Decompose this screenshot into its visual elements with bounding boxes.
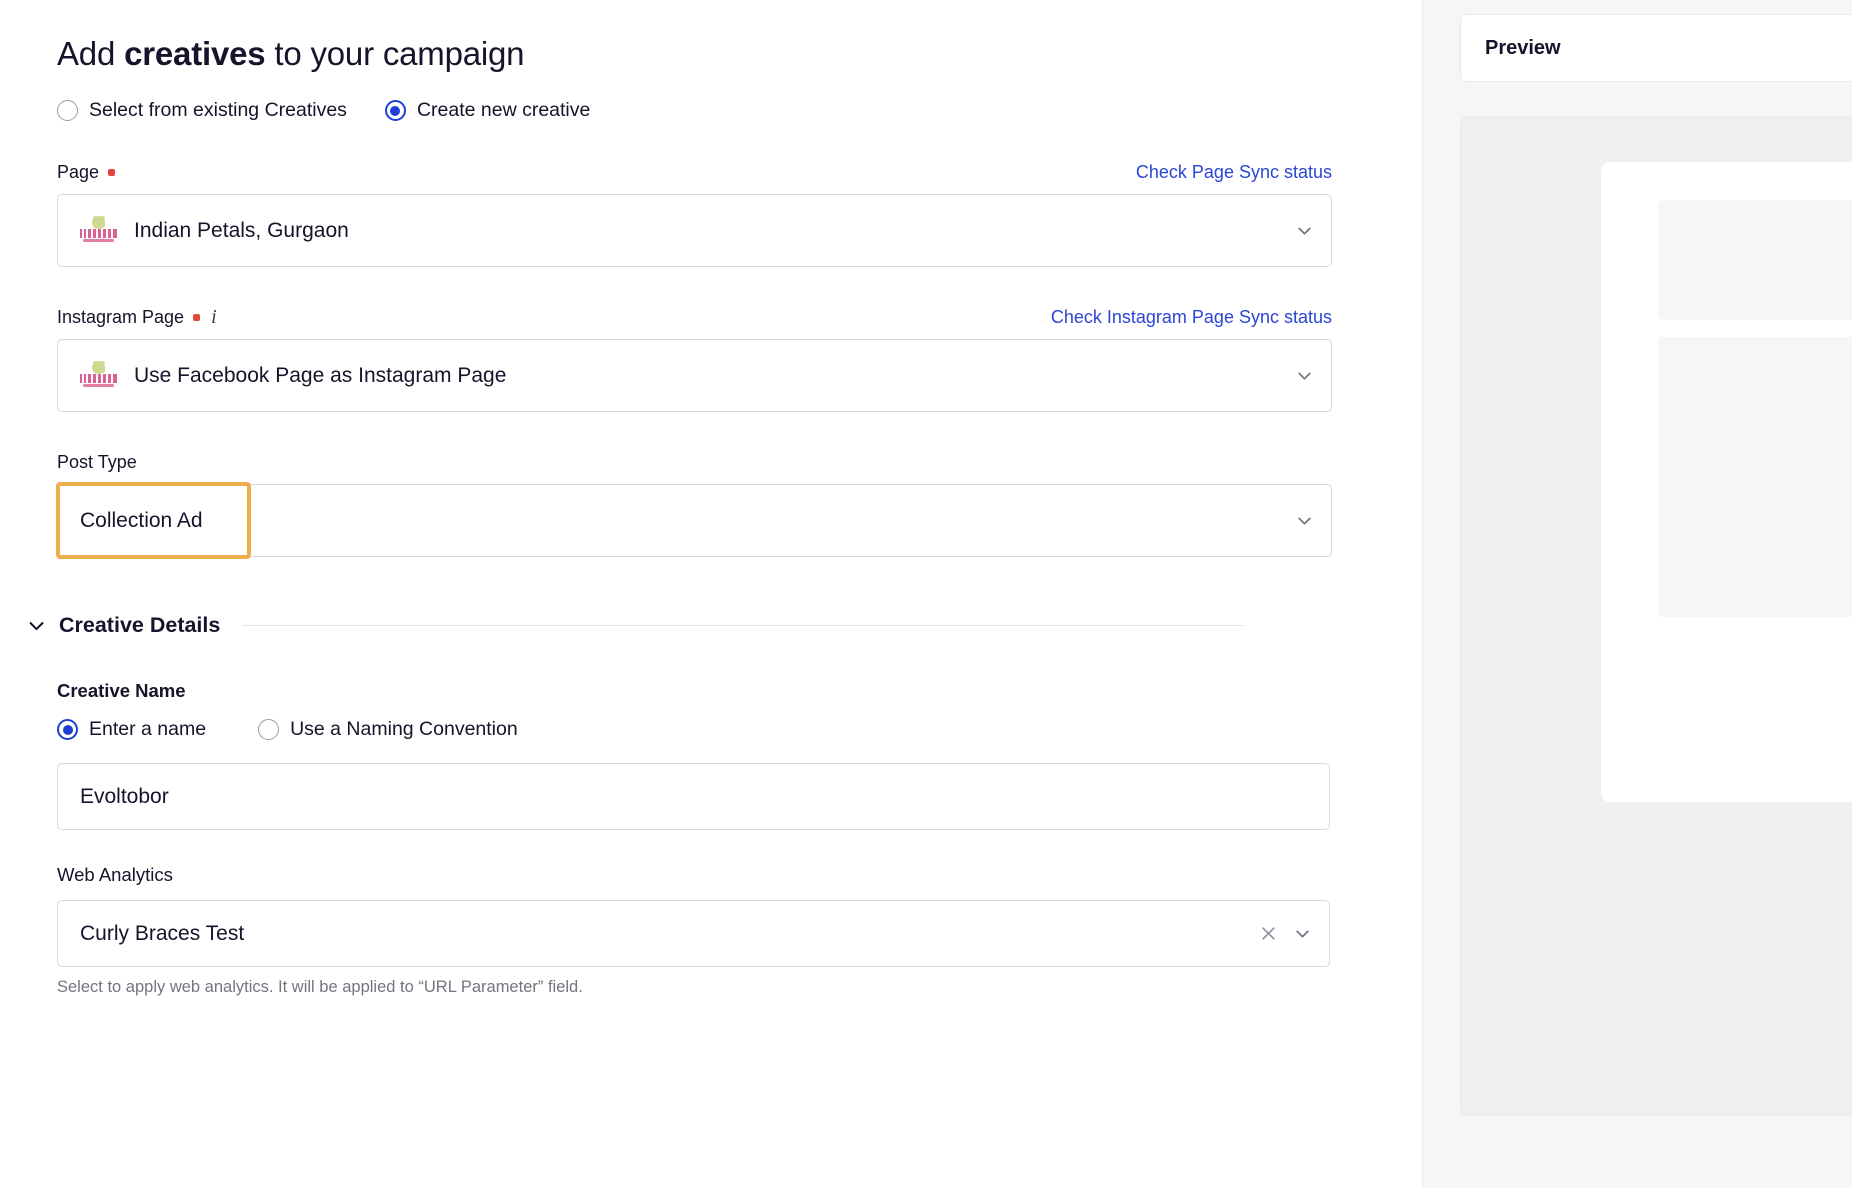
instagram-field-head: Instagram Page i Check Instagram Page Sy… [57,305,1332,329]
radio-enter-a-name[interactable]: Enter a name [57,718,206,741]
creative-setup-screen: Add creatives to your campaign Select fr… [0,0,1852,1188]
post-type-field-group: Post Type Collection Ad [56,450,1332,559]
creative-source-radio-group: Select from existing Creatives Create ne… [57,99,1364,122]
instagram-page-select-value: Use Facebook Page as Instagram Page [134,363,507,387]
chevron-down-icon[interactable] [1296,222,1313,239]
creative-details-section-header[interactable]: Creative Details [27,613,1302,638]
post-type-label-wrap: Post Type [57,452,137,473]
radio-mark-unselected[interactable] [57,100,78,121]
page-title-bold: creatives [124,35,266,72]
required-indicator-icon [108,168,116,176]
required-indicator-icon [193,313,201,321]
page-title-prefix: Add [57,35,125,72]
check-instagram-page-sync-status-link[interactable]: Check Instagram Page Sync status [1051,307,1332,328]
preview-title: Preview [1485,36,1561,59]
post-type-field-head: Post Type [57,450,1332,474]
radio-label-create-new: Create new creative [416,99,591,121]
radio-mark-selected[interactable] [57,719,78,740]
page-label: Page [57,161,100,182]
web-analytics-helper-text: Select to apply web analytics. It will b… [57,978,583,996]
page-field-group: Page Check Page Sync status Indian Petal… [57,160,1332,267]
page-title: Add creatives to your campaign [57,35,1364,73]
instagram-page-select[interactable]: Use Facebook Page as Instagram Page [57,339,1332,412]
page-select-value: Indian Petals, Gurgaon [134,218,349,242]
close-icon[interactable] [1259,924,1278,943]
main-form-panel: Add creatives to your campaign Select fr… [0,0,1422,1188]
radio-mark-unselected[interactable] [258,719,280,740]
radio-mark-selected[interactable] [384,100,406,121]
creative-name-group: Creative Name Enter a name Use a Naming … [57,680,1332,830]
chevron-down-icon[interactable] [27,616,46,635]
instagram-page-field-group: Instagram Page i Check Instagram Page Sy… [57,305,1332,412]
page-label-wrap: Page [57,161,116,183]
chevron-down-icon[interactable] [1296,512,1313,529]
radio-label-select-existing: Select from existing Creatives [89,99,347,121]
post-type-select[interactable]: Collection Ad [57,484,1332,557]
creative-name-label: Creative Name [57,680,186,701]
preview-body [1460,116,1852,1116]
check-page-sync-status-link[interactable]: Check Page Sync status [1136,162,1332,183]
page-select[interactable]: Indian Petals, Gurgaon [57,194,1332,267]
post-type-wrapper: Collection Ad [56,482,1332,559]
creative-name-radio-group: Enter a name Use a Naming Convention [57,718,1332,741]
instagram-label-wrap: Instagram Page i [57,307,217,328]
preview-skeleton-block-top [1658,200,1852,320]
chevron-down-icon[interactable] [1294,925,1311,942]
preview-skeleton-block-bottom [1658,337,1852,617]
info-icon[interactable]: i [211,307,217,327]
radio-select-existing-creatives[interactable]: Select from existing Creatives [57,99,347,122]
radio-label-enter-a-name: Enter a name [89,718,207,740]
web-analytics-value: Curly Braces Test [80,921,245,945]
radio-create-new-creative[interactable]: Create new creative [384,99,591,122]
instagram-page-label: Instagram Page [57,306,185,327]
creative-name-value: Evoltobor [80,784,169,808]
chevron-down-icon[interactable] [1296,367,1313,384]
indian-petals-logo-icon [80,360,117,391]
radio-use-naming-convention[interactable]: Use a Naming Convention [258,718,518,741]
preview-header-card: Preview [1460,14,1852,82]
page-title-suffix: to your campaign [265,35,525,72]
web-analytics-label: Web Analytics [57,864,173,885]
indian-petals-logo-icon [80,215,117,246]
creative-name-input[interactable]: Evoltobor [57,763,1330,830]
post-type-select-value: Collection Ad [80,508,203,532]
page-field-head: Page Check Page Sync status [57,160,1332,184]
web-analytics-group: Web Analytics Curly Braces Test Select t… [57,864,1332,997]
web-analytics-select[interactable]: Curly Braces Test [57,900,1330,967]
preview-panel: Preview [1422,0,1852,1188]
post-type-label: Post Type [57,451,137,472]
preview-device-mockup [1601,162,1852,802]
radio-label-naming-convention: Use a Naming Convention [290,718,518,740]
creative-details-title: Creative Details [59,613,221,637]
section-divider [242,625,1244,626]
